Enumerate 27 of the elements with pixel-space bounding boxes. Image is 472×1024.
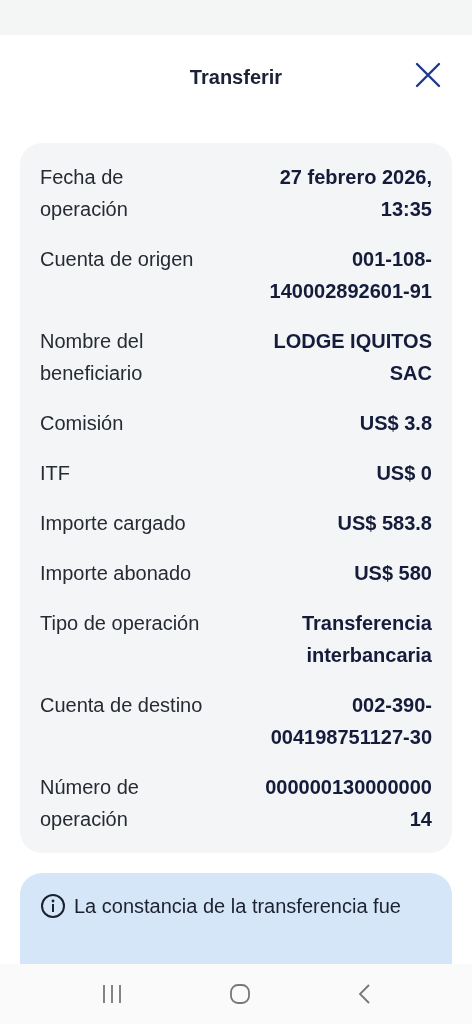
detail-value: 000000130000000 14 — [265, 775, 432, 832]
detail-label: Cuenta de destino — [40, 693, 203, 718]
detail-value: US$ 580 — [354, 561, 432, 586]
detail-value: 002-390- 004198751127-30 — [270, 693, 432, 750]
detail-value: US$ 0 — [376, 461, 432, 486]
back-icon[interactable] — [357, 983, 371, 1005]
info-text: La constancia de la transferencia fue — [74, 894, 401, 919]
screen-title: Transferir — [189, 65, 283, 90]
detail-label: ITF — [40, 461, 70, 486]
detail-value: US$ 583.8 — [337, 511, 432, 536]
detail-value: 001-108- 140002892601-91 — [269, 247, 432, 304]
detail-value: 27 febrero 2026, 13:35 — [279, 165, 432, 222]
detail-value: Transferencia interbancaria — [301, 611, 432, 668]
detail-label: Cuenta de origen — [40, 247, 194, 272]
recent-apps-icon[interactable] — [101, 984, 123, 1004]
close-button[interactable] — [414, 61, 442, 89]
detail-label: Importe abonado — [40, 561, 192, 586]
detail-label: Nombre del beneficiario — [40, 329, 144, 386]
detail-label: Comisión — [40, 411, 124, 436]
home-icon[interactable] — [229, 983, 251, 1005]
detail-label: Tipo de operación — [40, 611, 200, 636]
detail-value: LODGE IQUITOS SAC — [273, 329, 432, 386]
detail-label: Fecha de operación — [40, 165, 128, 222]
detail-value: US$ 3.8 — [359, 411, 432, 436]
info-icon — [40, 893, 66, 919]
detail-label: Número de operación — [40, 775, 139, 832]
detail-label: Importe cargado — [40, 511, 186, 536]
